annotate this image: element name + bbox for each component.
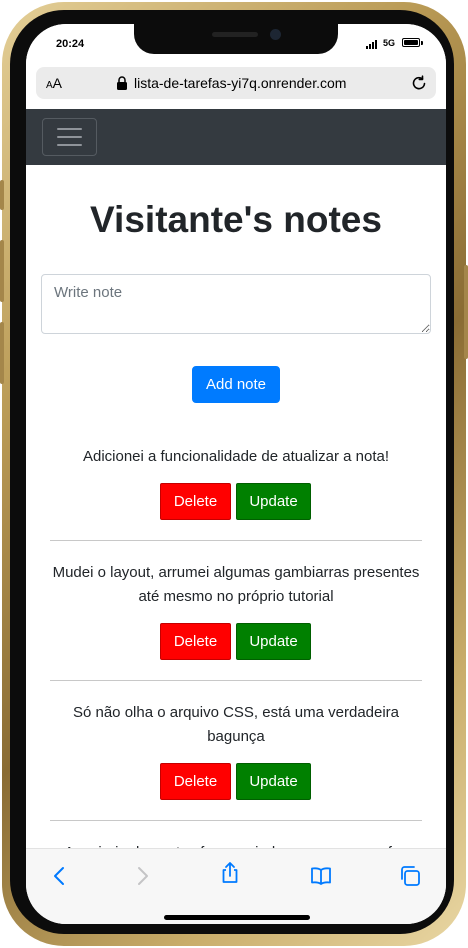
page-title: Visitante's notes	[90, 199, 382, 240]
text-size-button[interactable]: AA	[46, 75, 62, 91]
signal-icon	[366, 40, 377, 49]
phone-screen: 20:24 5G AA lista-de-tarefas-yi7q.onrend…	[26, 24, 446, 924]
status-time: 20:24	[56, 38, 85, 50]
delete-button[interactable]: Delete	[160, 483, 231, 520]
volume-down-button	[0, 322, 4, 384]
home-indicator	[164, 915, 310, 920]
note-divider	[50, 540, 422, 541]
delete-button[interactable]: Delete	[160, 623, 231, 660]
forward-icon[interactable]	[130, 864, 154, 888]
note-text: Só não olha o arquivo CSS, está uma verd…	[72, 704, 400, 745]
update-button[interactable]: Update	[236, 763, 311, 800]
update-button[interactable]: Update	[236, 483, 311, 520]
note-input[interactable]	[41, 274, 431, 334]
note-divider	[50, 820, 422, 821]
share-icon[interactable]	[218, 861, 242, 885]
note-actions: Delete Update	[160, 483, 311, 520]
reload-icon[interactable]	[410, 74, 428, 92]
note-text: Mudei o layout, arrumei algumas gambiarr…	[52, 564, 420, 605]
network-type: 5G	[383, 38, 396, 48]
note-text: Adicionei a funcionalidade de atualizar …	[82, 448, 390, 465]
update-button[interactable]: Update	[236, 623, 311, 660]
notch	[134, 24, 338, 54]
note-item: Mudei o layout, arrumei algumas gambiarr…	[50, 561, 422, 681]
address-bar[interactable]: AA lista-de-tarefas-yi7q.onrender.com	[36, 67, 436, 99]
url-text[interactable]: lista-de-tarefas-yi7q.onrender.com	[134, 75, 346, 91]
add-note-button[interactable]: Add note	[192, 366, 280, 403]
delete-button[interactable]: Delete	[160, 763, 231, 800]
browser-toolbar	[26, 848, 446, 924]
power-button	[464, 265, 468, 359]
battery-icon	[402, 38, 420, 47]
lock-icon	[117, 76, 127, 90]
speaker	[212, 32, 258, 37]
status-bar: 20:24 5G	[26, 24, 446, 68]
note-item: Adicionei a funcionalidade de atualizar …	[50, 445, 422, 541]
navbar	[26, 109, 446, 165]
volume-up-button	[0, 240, 4, 302]
note-actions: Delete Update	[160, 763, 311, 800]
back-icon[interactable]	[48, 864, 72, 888]
bookmarks-icon[interactable]	[309, 864, 333, 888]
hamburger-icon[interactable]	[42, 118, 97, 156]
note-item: Só não olha o arquivo CSS, está uma verd…	[50, 701, 422, 821]
mute-switch	[0, 180, 4, 210]
note-divider	[50, 680, 422, 681]
camera	[270, 29, 281, 40]
tabs-icon[interactable]	[398, 864, 422, 888]
note-actions: Delete Update	[160, 623, 311, 660]
battery-tip	[421, 41, 423, 45]
